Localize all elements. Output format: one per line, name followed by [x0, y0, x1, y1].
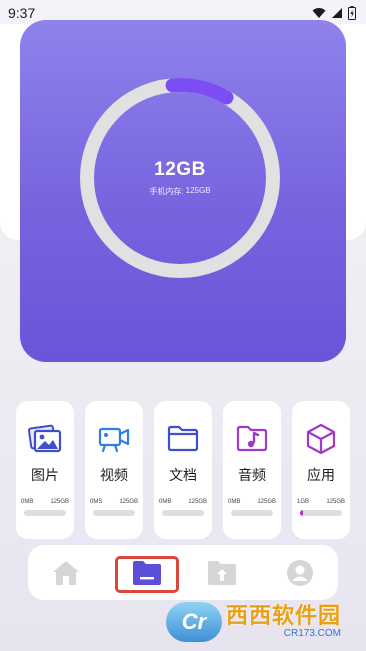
- watermark-logo: Cr 西西软件园 CR173.COM: [166, 602, 350, 642]
- user-icon: [287, 559, 313, 586]
- watermark-main: 西西软件园: [226, 603, 342, 628]
- watermark-text: 西西软件园 CR173.COM: [226, 605, 341, 639]
- category-total: 125GB: [119, 499, 138, 505]
- category-usage-bar: [24, 510, 66, 516]
- battery-icon: [348, 6, 356, 20]
- category-total: 125GB: [257, 499, 276, 505]
- nav-upload[interactable]: [198, 545, 246, 600]
- storage-total-label: 手机内存:: [149, 187, 184, 196]
- category-apps[interactable]: 应用 1GB 125GB: [292, 401, 350, 539]
- nav-home[interactable]: [42, 545, 90, 600]
- category-sizes: 0MS 125GB: [90, 499, 138, 505]
- category-used: 0MB: [228, 499, 241, 505]
- category-total: 125GB: [188, 499, 207, 505]
- category-used: 0MB: [21, 499, 34, 505]
- category-label: 音频: [238, 467, 266, 483]
- category-audio[interactable]: 音频 0MB 125GB: [223, 401, 281, 539]
- category-sizes: 0MB 125GB: [159, 499, 207, 505]
- status-bar: 9:37: [0, 0, 366, 26]
- video-camera-icon: [97, 421, 131, 455]
- status-time: 9:37: [8, 5, 36, 21]
- category-videos[interactable]: 视频 0MS 125GB: [85, 401, 143, 539]
- category-documents[interactable]: 文档 0MB 125GB: [154, 401, 212, 539]
- watermark-sub: CR173.COM: [283, 628, 342, 639]
- category-label: 图片: [31, 467, 59, 483]
- category-usage-bar: [162, 510, 204, 516]
- category-sizes: 0MB 125GB: [228, 499, 276, 505]
- category-label: 应用: [307, 467, 335, 483]
- category-sizes: 0MB 125GB: [21, 499, 69, 505]
- nav-profile[interactable]: [276, 545, 324, 600]
- bottom-nav: [28, 545, 338, 600]
- file-categories: 图片 0MB 125GB 视频 0MS 125GB 文档 0MB 125GB 音…: [16, 401, 350, 539]
- category-used: 0MS: [90, 499, 103, 505]
- status-icons: [312, 6, 356, 20]
- signal-icon: [332, 8, 342, 18]
- storage-total: 手机内存: 125GB: [149, 186, 210, 197]
- image-gallery-icon: [28, 421, 62, 455]
- storage-used-value: 12GB: [154, 159, 206, 180]
- storage-total-value: 125GB: [185, 186, 211, 195]
- music-folder-icon: [235, 421, 269, 455]
- category-usage-bar: [231, 510, 273, 516]
- category-usage-fill: [300, 510, 303, 516]
- storage-summary-card: 12GB 手机内存: 125GB: [20, 20, 346, 362]
- category-total: 125GB: [50, 499, 69, 505]
- category-total: 125GB: [326, 499, 345, 505]
- wifi-icon: [312, 8, 326, 18]
- folder-icon: [166, 421, 200, 455]
- category-usage-bar: [93, 510, 135, 516]
- category-used: 0MB: [159, 499, 172, 505]
- category-usage-bar: [300, 510, 342, 516]
- home-icon: [53, 560, 79, 585]
- category-label: 文档: [169, 467, 197, 483]
- cube-icon: [304, 421, 338, 455]
- storage-readout: 12GB 手机内存: 125GB: [76, 74, 284, 282]
- category-sizes: 1GB 125GB: [297, 499, 345, 505]
- upload-folder-icon: [208, 560, 236, 585]
- file-folder-icon: [133, 560, 161, 585]
- category-used: 1GB: [297, 499, 310, 505]
- watermark-badge: Cr: [166, 602, 222, 642]
- category-images[interactable]: 图片 0MB 125GB: [16, 401, 74, 539]
- nav-files[interactable]: [117, 545, 177, 600]
- category-label: 视频: [100, 467, 128, 483]
